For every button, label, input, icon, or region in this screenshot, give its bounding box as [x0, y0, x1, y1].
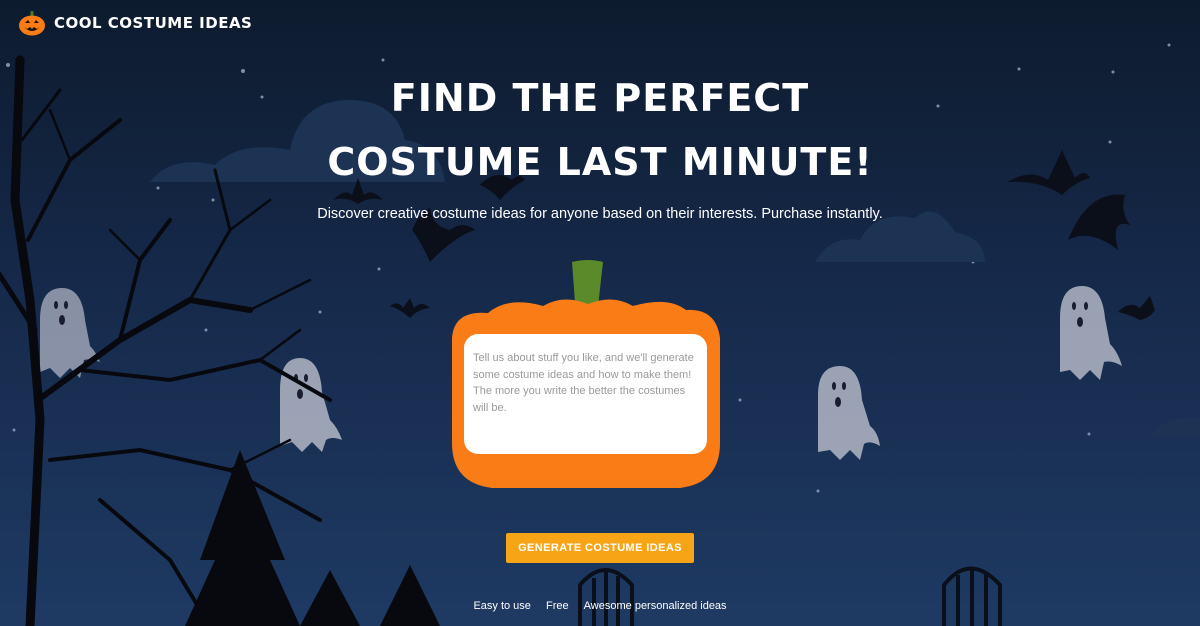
generate-costume-ideas-button[interactable]: GENERATE COSTUME IDEAS	[506, 533, 694, 563]
hero-title-line-1: Find the perfect	[390, 76, 810, 120]
hero-subtitle: Discover creative costume ideas for anyo…	[317, 206, 883, 222]
interests-input[interactable]	[464, 334, 707, 454]
feature-free: Free	[545, 600, 569, 612]
hero-title-line-2: costume last minute!	[327, 140, 873, 184]
brand-name[interactable]: Cool Costume Ideas	[54, 14, 252, 32]
site-header: Cool Costume Ideas	[18, 10, 252, 36]
hero-title: Find the perfect costume last minute!	[0, 66, 1200, 194]
feature-easy-to-use: Easy to use	[473, 600, 531, 612]
feature-list: Easy to use Free Awesome personalized id…	[0, 600, 1200, 612]
gate-icon	[578, 566, 1002, 626]
feature-personalized-ideas: Awesome personalized ideas	[583, 600, 727, 612]
pumpkin-icon[interactable]	[18, 10, 46, 36]
